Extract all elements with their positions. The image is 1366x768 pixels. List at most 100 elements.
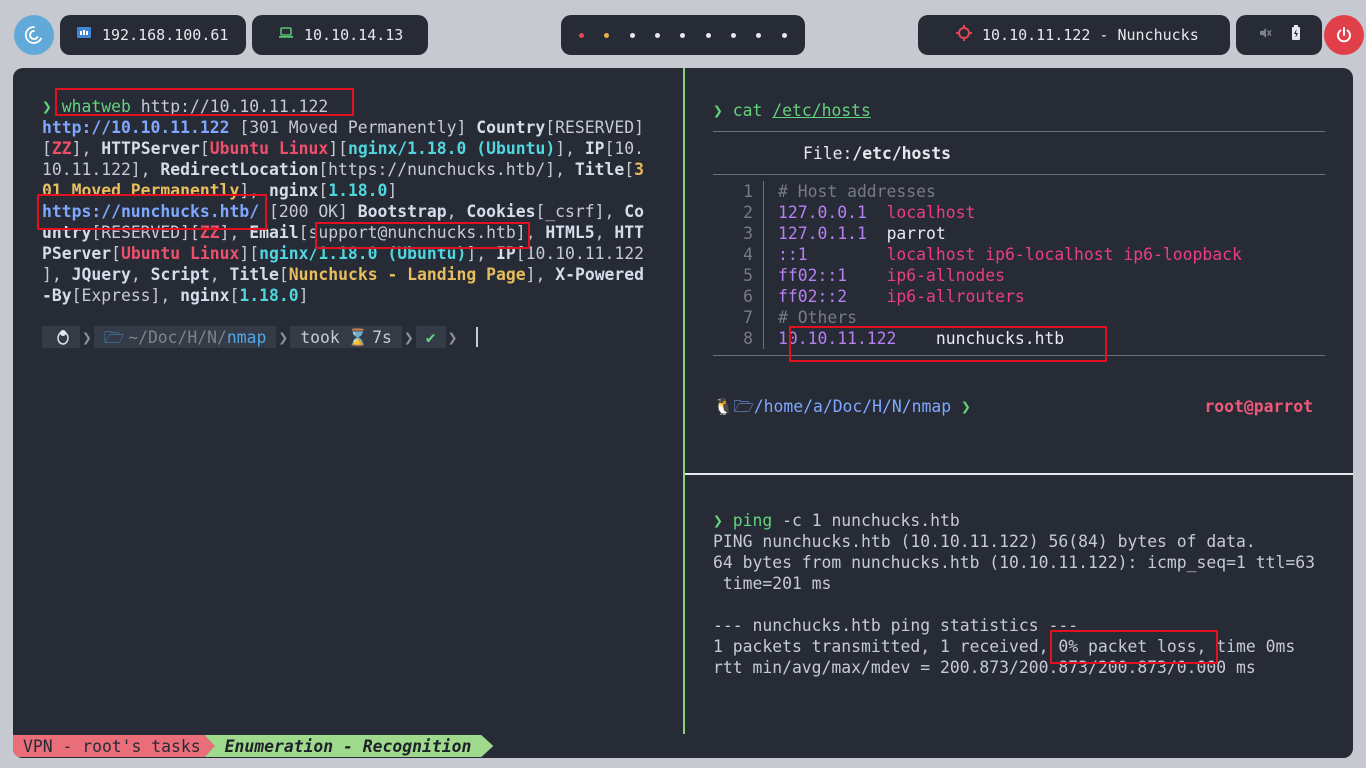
output-token: http://10.10.11.122 [42,118,230,137]
output-token: [Express], [71,286,181,305]
window-label[interactable]: Enumeration - Recognition [205,735,494,757]
terminal-window[interactable]: ❯ whatweb http://10.10.11.122 http://10.… [13,68,1353,758]
prompt-path-segment: 🗁 ~/Doc/H/N/nmap [93,326,277,348]
output-token: Co [624,202,644,221]
workspace-dot-4[interactable] [655,32,661,38]
system-menu-button[interactable] [14,15,54,55]
bat-file-body: 1 # Host addresses 2 127.0.0.1 localhost 3 12… [713,181,1325,349]
output-token: [10.10.11.122 [515,244,645,263]
prompt-arrow: ❯ [961,397,971,416]
line-number: 8 [743,329,753,348]
right-top-pane[interactable]: ❯ cat /etc/hosts File: /etc/hosts 1 # Hos… [713,100,1325,356]
output-token: , [594,223,615,242]
output-token: 3 [634,160,644,179]
prompt-arrow: ❯ [713,511,723,530]
output-line: time=201 ms [713,574,832,593]
line-number: 3 [743,224,753,243]
prompt-time-value: 7s [372,327,392,347]
power-button[interactable] [1324,15,1364,55]
gutter-rule [763,265,764,286]
output-token: [ [111,244,121,263]
output-token: RedirectLocation [160,160,319,179]
local-ip-widget[interactable]: 192.168.100.61 [60,15,246,55]
hosts-file-line: 6 ff02::2 ip6-allrouters [713,286,1242,307]
hosts-file-line: 1 # Host addresses [713,181,1242,202]
output-token: 1.18.0 [239,286,299,305]
right-top-prompt: 🐧🗁/home/a/Doc/H/N/nmap ❯ root@parrot [713,396,1313,417]
output-token: Country [476,118,546,137]
hosts-name: parrot [886,224,946,243]
workspace-switcher[interactable] [561,15,805,55]
workspace-dot-6[interactable] [705,32,711,38]
file-name: /etc/hosts [852,143,952,163]
output-token: Ubuntu Linux [209,139,329,158]
folder-icon: 🗁 [103,327,125,347]
output-token: Ubuntu Linux [120,244,240,263]
chevron-right-icon: ❯ [403,327,414,347]
output-token: ] [387,181,398,200]
prompt-os-segment [42,326,80,348]
right-bottom-pane[interactable]: ❯ ping -c 1 nunchucks.htb PING nunchucks… [713,510,1343,678]
linux-penguin-icon: 🐧 [713,397,734,416]
output-line: rtt min/avg/max/mdev = 200.873/200.873/2… [713,658,1256,677]
workspace-dot-2[interactable] [604,32,610,38]
prompt-path-dir: nmap [226,327,267,347]
hosts-ip: # Host addresses [778,182,936,201]
highlight-box-email [315,222,530,249]
chevron-right-icon: ❯ [447,327,458,347]
battery-icon[interactable] [1291,25,1301,45]
power-icon [1337,27,1351,43]
output-token: 10.11.122], [42,160,161,179]
output-token: , [446,202,467,221]
output-line: PING nunchucks.htb (10.10.11.122) 56(84)… [713,532,1256,551]
output-token: [ [624,160,635,179]
output-token: ZZ [51,139,72,158]
check-icon: ✔ [425,327,436,347]
vpn-ip-widget[interactable]: 10.10.14.13 [252,15,428,55]
workspace-dot-7[interactable] [731,32,737,38]
hourglass-icon: ⌛ [347,327,369,347]
session-label[interactable]: VPN - root's tasks [13,735,215,757]
prompt-path-prefix: ~/Doc/H/N/ [128,327,227,347]
output-token: ], [525,265,556,284]
output-token: ] [298,286,309,305]
pane-divider-horizontal[interactable] [685,473,1353,475]
output-token: nginx [268,181,319,200]
output-token: [https://nunchucks.htb/], [318,160,575,179]
debian-swirl-icon [24,26,42,44]
output-line: [ZZ], HTTPServer[Ubuntu Linux][nginx/1.1… [42,138,657,159]
system-tray[interactable] [1236,15,1322,55]
workspace-dot-1[interactable] [579,32,585,38]
mute-icon[interactable] [1258,26,1272,44]
output-line: http://10.10.11.122 [301 Moved Permanent… [42,117,657,138]
output-line: -By[Express], nginx[1.18.0] [42,285,657,306]
gutter-rule [763,307,764,328]
output-line: 10.11.122], RedirectLocation[https://nun… [42,159,657,180]
target-widget[interactable]: 10.10.11.122 - Nunchucks [918,15,1230,55]
workspace-dot-5[interactable] [680,32,686,38]
hosts-ip: # Others [778,308,857,327]
output-token: Nunchucks - Landing Page [288,265,526,284]
workspace-dot-9[interactable] [781,32,787,38]
output-token: ], [555,139,585,158]
tmux-status-bar: VPN - root's tasks Enumeration - Recogni… [13,734,1353,758]
ping-output: PING nunchucks.htb (10.10.11.122) 56(84)… [713,531,1343,678]
output-token: Title [574,160,625,179]
output-token: IP [584,139,605,158]
hosts-name: ip6-allrouters [886,287,1025,306]
output-token: , [209,265,230,284]
output-token: ], [71,139,102,158]
output-token: [ [42,139,52,158]
output-token: HTT [614,223,645,242]
output-token: , [130,265,151,284]
output-line: ], JQuery, Script, Title[Nunchucks - Lan… [42,264,657,285]
prompt-status-segment: ✔ [415,326,446,348]
pane-divider-vertical[interactable] [683,68,685,734]
hosts-ip: 127.0.0.1 [778,203,887,222]
chevron-right-icon: ❯ [278,327,289,347]
workspace-dot-3[interactable] [629,32,635,38]
hosts-file-line: 4::1 localhost ip6-localhost ip6-loopbac… [713,244,1242,265]
workspace-dot-8[interactable] [756,32,762,38]
highlight-box-command [55,88,354,116]
line-number: 4 [743,245,753,264]
